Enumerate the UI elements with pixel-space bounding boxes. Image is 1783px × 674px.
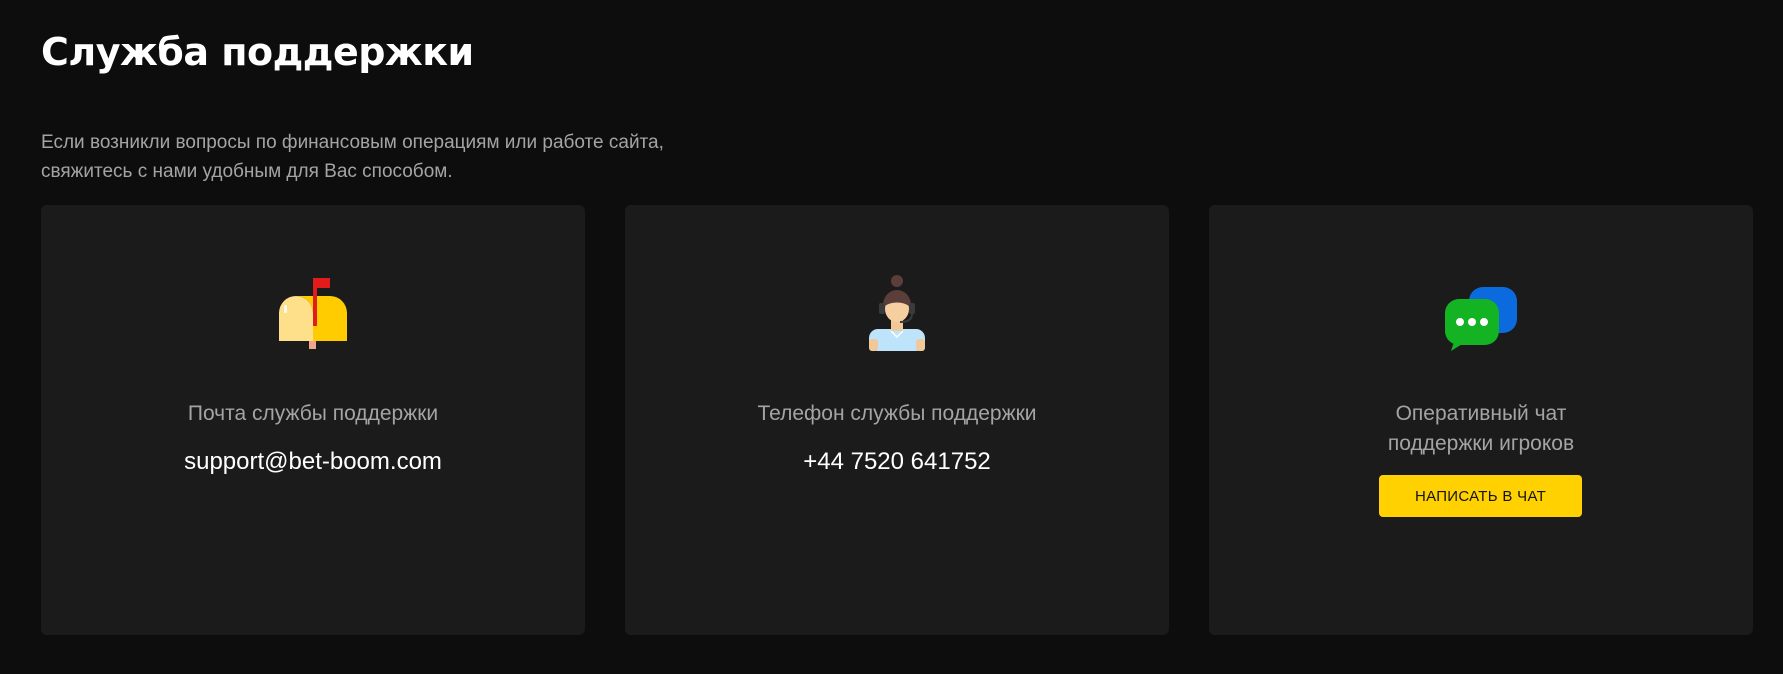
chat-label-line: Оперативный чат [1395,402,1567,425]
chat-label-line: поддержки игроков [1387,432,1575,455]
support-agent-icon [859,275,935,351]
chat-bubbles-icon [1443,275,1519,351]
support-cards: Почта службы поддержки support@bet-boom.… [41,205,1753,635]
open-chat-button[interactable]: НАПИСАТЬ В ЧАТ [1379,475,1582,517]
email-label: Почта службы поддержки [187,402,439,425]
mailbox-icon [275,275,351,351]
intro-text: Если возникли вопросы по финансовым опер… [41,128,761,186]
intro-line: свяжитесь с нами удобным для Вас способо… [41,161,453,182]
phone-number[interactable]: +44 7520 641752 [625,446,1169,478]
phone-card: Телефон службы поддержки +44 7520 641752 [625,205,1169,635]
intro-line: Если возникли вопросы по финансовым опер… [41,132,664,153]
chat-label: Оперативный чат поддержки игроков [1209,399,1753,459]
email-card: Почта службы поддержки support@bet-boom.… [41,205,585,635]
phone-label: Телефон службы поддержки [757,402,1037,425]
page-title: Служба поддержки [41,30,474,74]
chat-card: Оперативный чат поддержки игроков НАПИСА… [1209,205,1753,635]
email-address[interactable]: support@bet-boom.com [41,446,585,478]
